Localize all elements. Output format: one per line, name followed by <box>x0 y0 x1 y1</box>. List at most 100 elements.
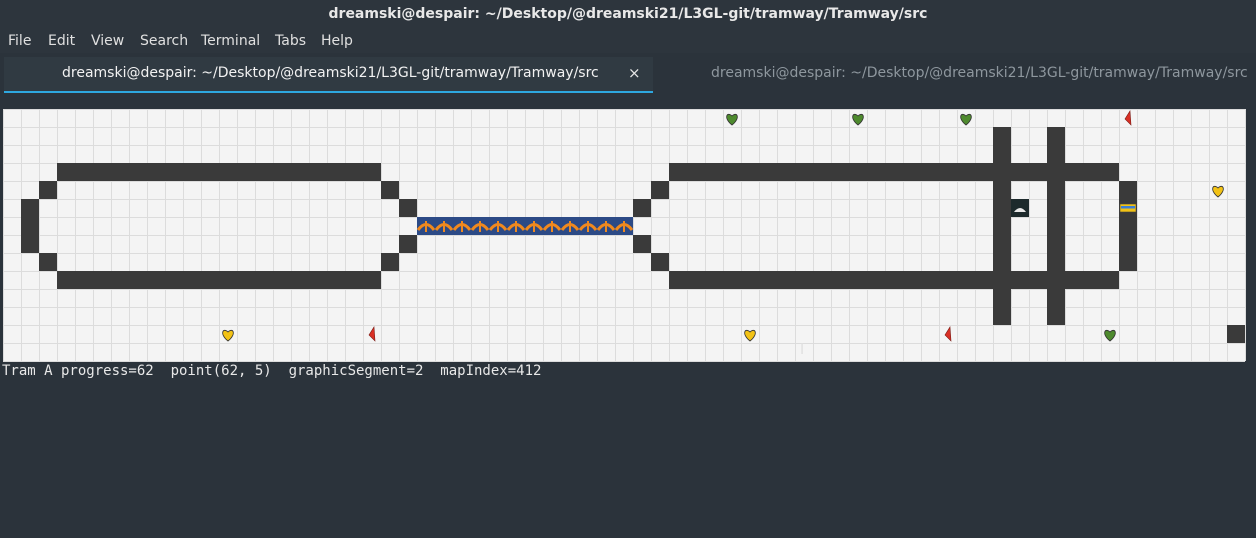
wall-tile <box>1047 199 1065 217</box>
wall-tile <box>147 163 165 181</box>
wall-tile <box>939 163 957 181</box>
wall-tile <box>813 271 831 289</box>
wall-tile <box>633 235 651 253</box>
wall-tile <box>129 163 147 181</box>
tab-label: dreamski@despair: ~/Desktop/@dreamski21/… <box>62 65 599 81</box>
wall-tile <box>399 199 417 217</box>
menu-file[interactable]: File <box>8 29 31 53</box>
wall-tile <box>21 235 39 253</box>
wall-tile <box>1047 289 1065 307</box>
wall-tile <box>939 271 957 289</box>
tab-active-terminal[interactable]: dreamski@despair: ~/Desktop/@dreamski21/… <box>4 57 653 93</box>
wall-tile <box>291 271 309 289</box>
wall-tile <box>381 181 399 199</box>
wall-tile <box>993 181 1011 199</box>
wall-tile <box>957 271 975 289</box>
wall-tile <box>129 271 147 289</box>
wall-tile <box>1065 163 1083 181</box>
tab-label: dreamski@despair: ~/Desktop/@dreamski21/… <box>711 65 1248 81</box>
wall-tile <box>57 163 75 181</box>
wall-tile <box>741 271 759 289</box>
menu-tabs[interactable]: Tabs <box>275 29 306 53</box>
wall-tile <box>345 163 363 181</box>
wall-tile <box>39 253 57 271</box>
wall-tile <box>1029 271 1047 289</box>
wall-tile <box>201 271 219 289</box>
wall-tile <box>795 271 813 289</box>
wall-tile <box>183 271 201 289</box>
menu-search[interactable]: Search <box>140 29 188 53</box>
wall-tile <box>1047 181 1065 199</box>
wall-tile <box>849 163 867 181</box>
wall-tile <box>813 163 831 181</box>
wall-tile <box>1119 181 1137 199</box>
wall-tile <box>381 253 399 271</box>
close-tab-icon[interactable]: × <box>628 57 641 89</box>
wall-tile <box>1047 217 1065 235</box>
wall-tile <box>1047 253 1065 271</box>
wall-tile <box>1083 163 1101 181</box>
wall-tile <box>363 271 381 289</box>
wall-tile <box>1101 163 1119 181</box>
wall-tile <box>75 163 93 181</box>
wall-tile <box>363 163 381 181</box>
wall-tile <box>993 127 1011 145</box>
wall-tile <box>93 271 111 289</box>
wall-tile <box>687 271 705 289</box>
wall-tile <box>795 163 813 181</box>
wall-tile <box>993 271 1011 289</box>
wall-tile <box>723 271 741 289</box>
wall-tile <box>993 217 1011 235</box>
wall-tile <box>165 163 183 181</box>
wall-tile <box>831 271 849 289</box>
wall-tile <box>183 163 201 181</box>
wall-tile <box>993 199 1011 217</box>
wall-tile <box>993 289 1011 307</box>
wall-tile <box>669 163 687 181</box>
wall-tile <box>669 271 687 289</box>
wall-tile <box>21 217 39 235</box>
wall-tile <box>957 163 975 181</box>
tab-bar: dreamski@despair: ~/Desktop/@dreamski21/… <box>0 57 1256 93</box>
wall-tile <box>975 271 993 289</box>
status-line: Tram A progress=62 point(62, 5) graphicS… <box>2 363 542 379</box>
menu-view[interactable]: View <box>91 29 124 53</box>
wall-tile <box>1119 235 1137 253</box>
menu-terminal[interactable]: Terminal <box>201 29 260 53</box>
wall-tile <box>147 271 165 289</box>
wall-tile <box>1047 145 1065 163</box>
menu-bar: File Edit View Search Terminal Tabs Help <box>0 29 1256 53</box>
wall-tile <box>291 163 309 181</box>
terminal-area[interactable]: Tram A progress=62 point(62, 5) graphicS… <box>0 95 1256 538</box>
menu-help[interactable]: Help <box>321 29 353 53</box>
window-title: dreamski@despair: ~/Desktop/@dreamski21/… <box>0 0 1256 29</box>
wall-tile <box>1011 271 1029 289</box>
wall-tile <box>57 271 75 289</box>
wall-tile <box>273 163 291 181</box>
text-cursor-icon: I <box>800 342 805 358</box>
wall-tile <box>1029 163 1047 181</box>
wall-tile <box>93 163 111 181</box>
wall-tile <box>21 199 39 217</box>
wall-tile <box>903 271 921 289</box>
wall-tile <box>255 163 273 181</box>
wall-tile <box>705 271 723 289</box>
wall-tile <box>687 163 705 181</box>
wall-tile <box>1047 127 1065 145</box>
wall-tile <box>165 271 183 289</box>
wall-tile <box>885 163 903 181</box>
tram-icon <box>1119 203 1137 213</box>
wall-tile <box>1065 271 1083 289</box>
tab-inactive-terminal[interactable]: dreamski@despair: ~/Desktop/@dreamski21/… <box>656 57 1252 93</box>
wall-tile <box>885 271 903 289</box>
wall-tile <box>921 271 939 289</box>
wall-tile <box>993 163 1011 181</box>
wall-tile <box>867 271 885 289</box>
wall-tile <box>327 163 345 181</box>
wall-tile <box>273 271 291 289</box>
wall-tile <box>327 271 345 289</box>
wall-tile <box>1227 325 1245 343</box>
wall-tile <box>1083 271 1101 289</box>
menu-edit[interactable]: Edit <box>48 29 75 53</box>
wall-tile <box>309 271 327 289</box>
